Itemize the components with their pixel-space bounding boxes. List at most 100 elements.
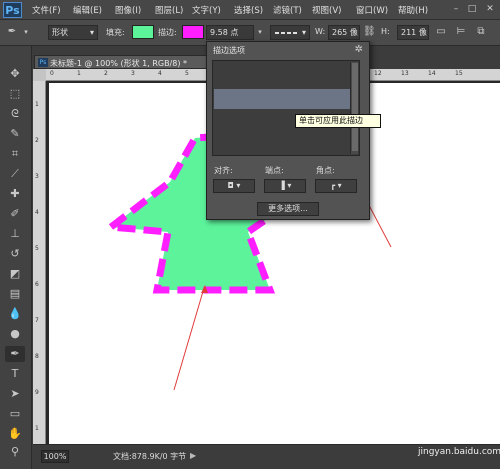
caps-label: 端点: bbox=[265, 166, 284, 175]
tools-panel: ✥ ⬚ ᘓ ✎ ⌗ ⟋ ✚ ✐ ⊥ ↺ ◩ ▤ 💧 ● ✒ T ➤ ▭ ✋ ⚲ bbox=[0, 46, 32, 469]
menu-file[interactable]: 文件(F) bbox=[32, 4, 61, 16]
stroke-options-panel: 描边选项 ✲ 对齐: 端点: 角点: ◘ ▾ ▐ ▾ ┏ ▾ 更多选项... bbox=[206, 41, 370, 220]
width-label: W: bbox=[315, 27, 326, 36]
align-inside-icon: ◘ ▾ bbox=[227, 181, 241, 190]
eyedropper-tool-icon[interactable]: ⟋ bbox=[5, 166, 25, 182]
ruler-tick: 15 bbox=[455, 70, 463, 77]
ruler-tick: 1 bbox=[35, 425, 39, 432]
blur-tool-icon[interactable]: 💧 bbox=[5, 306, 25, 322]
vertical-ruler: 1 2 3 4 5 6 7 8 9 1 bbox=[33, 81, 46, 444]
zoom-tool-icon[interactable]: ⚲ bbox=[5, 444, 25, 460]
menu-view[interactable]: 视图(V) bbox=[312, 4, 341, 16]
stroke-label: 描边: bbox=[158, 28, 177, 37]
stroke-swatch[interactable] bbox=[182, 25, 204, 39]
status-menu-arrow-icon[interactable]: ▶ bbox=[190, 451, 196, 460]
ruler-tick: 1 bbox=[77, 70, 81, 77]
ruler-tick: 5 bbox=[185, 70, 189, 77]
dashed-line-icon bbox=[275, 32, 299, 34]
width-field[interactable]: 265 像 bbox=[328, 25, 360, 40]
ruler-tick: 0 bbox=[50, 70, 54, 77]
menu-edit[interactable]: 编辑(E) bbox=[73, 4, 102, 16]
stroke-type-select[interactable]: ▾ bbox=[270, 25, 310, 40]
menu-help[interactable]: 帮助(H) bbox=[398, 4, 428, 16]
ruler-tick: 9 bbox=[35, 389, 39, 396]
fill-label: 填充: bbox=[106, 28, 125, 37]
maximize-icon[interactable]: □ bbox=[466, 3, 478, 15]
move-tool-icon[interactable]: ✥ bbox=[5, 66, 25, 82]
ruler-tick: 1 bbox=[35, 101, 39, 108]
height-label: H: bbox=[381, 27, 390, 36]
minimize-icon[interactable]: – bbox=[450, 3, 462, 15]
ruler-tick: 2 bbox=[104, 70, 108, 77]
photoshop-logo: Ps bbox=[3, 2, 22, 18]
stroke-preset-list bbox=[212, 60, 360, 156]
ruler-tick: 7 bbox=[35, 317, 39, 324]
ruler-tick: 14 bbox=[428, 70, 436, 77]
path-operations-icon[interactable]: ▭ bbox=[435, 26, 447, 38]
crop-tool-icon[interactable]: ⌗ bbox=[5, 146, 25, 162]
ruler-tick: 4 bbox=[35, 209, 39, 216]
stroke-width-dropdown-icon[interactable]: ▾ bbox=[254, 26, 266, 38]
lasso-tool-icon[interactable]: ᘓ bbox=[5, 106, 25, 122]
shape-tool-icon[interactable]: ▭ bbox=[5, 406, 25, 422]
brush-tool-icon[interactable]: ✐ bbox=[5, 206, 25, 222]
caps-select[interactable]: ▐ ▾ bbox=[264, 179, 306, 193]
ruler-tick: 12 bbox=[374, 70, 382, 77]
type-tool-icon[interactable]: T bbox=[5, 366, 25, 382]
more-options-button[interactable]: 更多选项... bbox=[257, 202, 319, 216]
preset-solid[interactable] bbox=[214, 65, 352, 85]
tool-preset-dropdown-icon[interactable]: ▾ bbox=[20, 26, 32, 38]
document-title: 未标题-1 @ 100% (形状 1, RGB/8) * bbox=[50, 59, 188, 68]
pen-tool-icon[interactable]: ✒ bbox=[5, 346, 25, 362]
zoom-field[interactable]: 100% bbox=[41, 450, 69, 463]
watermark-url: jingyan.baidu.com bbox=[418, 447, 500, 457]
gear-icon[interactable]: ✲ bbox=[355, 44, 363, 55]
history-brush-tool-icon[interactable]: ↺ bbox=[5, 246, 25, 262]
tool-mode-value: 形状 bbox=[52, 28, 68, 37]
path-arrangement-icon[interactable]: ⧉ bbox=[475, 26, 487, 38]
align-select[interactable]: ◘ ▾ bbox=[213, 179, 255, 193]
quick-select-tool-icon[interactable]: ✎ bbox=[5, 126, 25, 142]
align-label: 对齐: bbox=[214, 166, 233, 175]
healing-brush-tool-icon[interactable]: ✚ bbox=[5, 186, 25, 202]
chevron-down-icon: ▾ bbox=[301, 28, 306, 37]
ruler-tick: 4 bbox=[158, 70, 162, 77]
menu-select[interactable]: 选择(S) bbox=[234, 4, 263, 16]
menu-image[interactable]: 图像(I) bbox=[115, 4, 141, 16]
menu-filter[interactable]: 滤镜(T) bbox=[273, 4, 302, 16]
link-icon[interactable]: ⛓ bbox=[363, 26, 376, 38]
clone-stamp-tool-icon[interactable]: ⊥ bbox=[5, 226, 25, 242]
corners-label: 角点: bbox=[316, 166, 335, 175]
panel-title: 描边选项 bbox=[213, 46, 245, 55]
gradient-tool-icon[interactable]: ▤ bbox=[5, 286, 25, 302]
tool-mode-select[interactable]: 形状 ▾ bbox=[48, 25, 98, 40]
menu-type[interactable]: 文字(Y) bbox=[192, 4, 221, 16]
preset-tooltip: 单击可应用此描边 bbox=[295, 114, 381, 128]
pen-tool-icon[interactable]: ✒ bbox=[6, 26, 18, 38]
height-field[interactable]: 211 像 bbox=[397, 25, 429, 40]
corners-select[interactable]: ┏ ▾ bbox=[315, 179, 357, 193]
ruler-tick: 8 bbox=[35, 353, 39, 360]
path-select-tool-icon[interactable]: ➤ bbox=[5, 386, 25, 402]
close-icon[interactable]: ✕ bbox=[484, 3, 496, 15]
chevron-down-icon: ▾ bbox=[89, 28, 94, 37]
ruler-tick: 13 bbox=[401, 70, 409, 77]
menu-window[interactable]: 窗口(W) bbox=[356, 4, 388, 16]
ruler-tick: 6 bbox=[35, 281, 39, 288]
ruler-tick: 3 bbox=[35, 173, 39, 180]
fill-swatch[interactable] bbox=[132, 25, 154, 39]
menu-layer[interactable]: 图层(L) bbox=[155, 4, 183, 16]
preset-list-scrollbar[interactable] bbox=[350, 62, 358, 154]
dodge-tool-icon[interactable]: ● bbox=[5, 326, 25, 342]
preset-dashed[interactable] bbox=[214, 89, 352, 109]
corner-miter-icon: ┏ ▾ bbox=[330, 181, 342, 190]
path-alignment-icon[interactable]: ⊨ bbox=[455, 26, 467, 38]
eraser-tool-icon[interactable]: ◩ bbox=[5, 266, 25, 282]
marquee-tool-icon[interactable]: ⬚ bbox=[5, 86, 25, 102]
cap-butt-icon: ▐ ▾ bbox=[278, 181, 292, 190]
baidu-watermark-logo: Baidu 经验 bbox=[397, 429, 470, 444]
scrollbar-thumb[interactable] bbox=[352, 63, 358, 151]
ruler-tick: 3 bbox=[131, 70, 135, 77]
stroke-width-field[interactable]: 9.58 点 bbox=[206, 25, 254, 40]
hand-tool-icon[interactable]: ✋ bbox=[5, 426, 25, 442]
